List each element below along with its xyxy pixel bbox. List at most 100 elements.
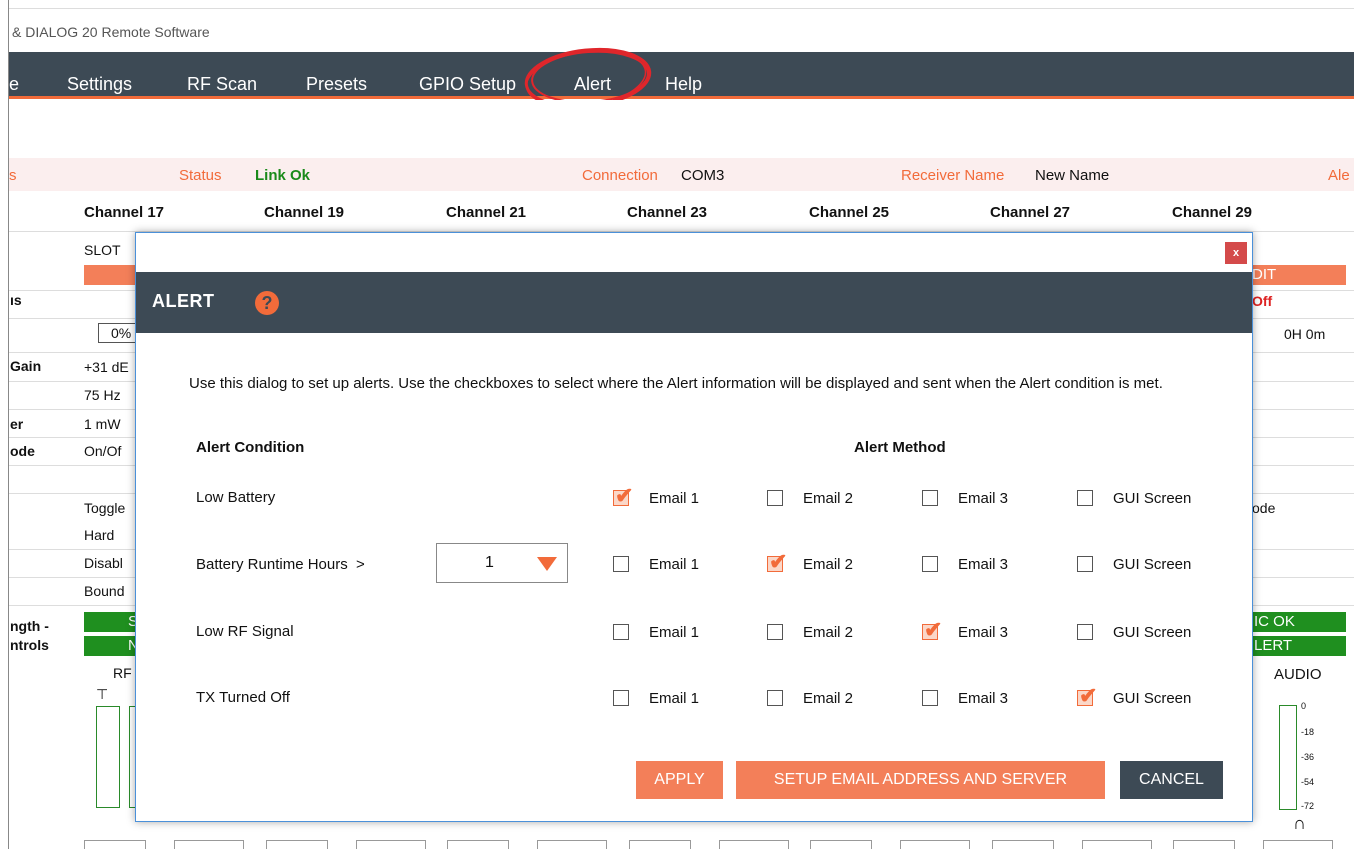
checkbox-box[interactable] xyxy=(613,690,629,706)
edit-bar-right[interactable]: DIT xyxy=(1252,265,1346,285)
audio-label: AUDIO xyxy=(1274,666,1322,683)
dropdown-arrow-icon xyxy=(537,557,557,571)
channel-header[interactable]: Channel 19 xyxy=(264,195,345,231)
bottom-button[interactable] xyxy=(447,840,509,849)
bottom-button[interactable] xyxy=(266,840,328,849)
checkbox-box[interactable] xyxy=(922,556,938,572)
status-green-box: N xyxy=(84,636,139,656)
meter-tick: 0 xyxy=(1301,701,1307,711)
check-icon: ✔ xyxy=(1079,683,1098,708)
bottom-button[interactable] xyxy=(1173,840,1235,849)
close-button[interactable]: x xyxy=(1225,242,1247,264)
bottom-button[interactable] xyxy=(992,840,1054,849)
checkbox-box[interactable] xyxy=(1077,490,1093,506)
connection-label: Connection xyxy=(582,167,658,184)
title-bar: & DIALOG 20 Remote Software xyxy=(9,14,1354,50)
row-label: Gain xyxy=(10,358,42,374)
channel-header[interactable]: Channel 21 xyxy=(446,195,527,231)
percent-field[interactable]: 0% xyxy=(98,323,136,343)
menu-item-help[interactable]: Help xyxy=(665,52,702,99)
alert-method-heading: Alert Method xyxy=(854,439,946,456)
toolbar-area xyxy=(9,100,1354,152)
audio-meter xyxy=(1279,705,1297,810)
hard-cell: Hard xyxy=(84,527,115,543)
mode-value-right: ode xyxy=(1252,500,1276,516)
bound-cell: Bound xyxy=(84,583,125,599)
checkbox-box[interactable]: ✔ xyxy=(767,551,787,573)
condition-low-battery: Low Battery xyxy=(196,489,276,506)
menu-item-presets[interactable]: Presets xyxy=(306,52,367,99)
checkbox-box[interactable] xyxy=(1077,556,1093,572)
headphones-icon: ∩ xyxy=(1293,813,1306,833)
bottom-button[interactable] xyxy=(719,840,789,849)
bottom-button[interactable] xyxy=(1263,840,1333,849)
slot-cell: SLOT xyxy=(84,242,121,258)
meter-tick: -18 xyxy=(1301,727,1315,737)
bottom-button[interactable] xyxy=(84,840,146,849)
status-label: Status xyxy=(179,167,222,184)
condition-low-rf-signal: Low RF Signal xyxy=(196,623,294,640)
checkbox-box[interactable] xyxy=(922,690,938,706)
off-value: Off xyxy=(1252,293,1273,309)
cancel-button[interactable]: CANCEL xyxy=(1120,761,1223,799)
checkbox-box[interactable]: ✔ xyxy=(613,485,633,507)
row-label: ıs xyxy=(10,292,22,308)
condition-tx-turned-off: TX Turned Off xyxy=(196,689,290,706)
bottom-button[interactable] xyxy=(537,840,607,849)
runtime-hours-value: 1 xyxy=(485,554,494,571)
apply-button[interactable]: APPLY xyxy=(636,761,723,799)
channel-header[interactable]: Channel 29 xyxy=(1172,195,1253,231)
bottom-button[interactable] xyxy=(174,840,244,849)
checkbox-box[interactable] xyxy=(767,624,783,640)
status-left-cut: s xyxy=(9,167,17,184)
row-label: ntrols xyxy=(10,637,49,653)
checkbox-box[interactable]: ✔ xyxy=(1077,685,1097,707)
menu-item-rf-scan[interactable]: RF Scan xyxy=(187,52,257,99)
dialog-header: ALERT ? xyxy=(136,272,1252,333)
checkbox-box[interactable] xyxy=(767,690,783,706)
bottom-button[interactable] xyxy=(900,840,970,849)
runtime-hours-select[interactable]: 1 xyxy=(436,543,568,583)
checkbox-box[interactable] xyxy=(922,490,938,506)
channel-header[interactable]: Channel 23 xyxy=(627,195,708,231)
meter-tick: -36 xyxy=(1301,752,1315,762)
status-right-cut: Ale xyxy=(1328,167,1350,184)
channel-header[interactable]: Channel 25 xyxy=(809,195,890,231)
status-green-box: S xyxy=(84,612,138,632)
meter-tick: -72 xyxy=(1301,801,1315,811)
menu-item-file[interactable]: e xyxy=(9,52,19,99)
checkbox-box[interactable] xyxy=(613,556,629,572)
help-icon[interactable]: ? xyxy=(255,291,279,315)
rf-meter xyxy=(96,706,120,808)
row-label: er xyxy=(10,416,24,432)
check-icon: ✔ xyxy=(924,617,943,642)
rf-label: RF xyxy=(113,665,132,681)
alert-condition-heading: Alert Condition xyxy=(196,439,305,456)
bottom-button[interactable] xyxy=(1082,840,1152,849)
setup-email-button[interactable]: SETUP EMAIL ADDRESS AND SERVER xyxy=(736,761,1105,799)
menu-item-gpio-setup[interactable]: GPIO Setup xyxy=(419,52,516,99)
bottom-button[interactable] xyxy=(356,840,426,849)
row-label: ngth - xyxy=(10,618,49,634)
checkbox-box[interactable]: ✔ xyxy=(922,619,942,641)
dialog-title: ALERT xyxy=(152,291,215,311)
menu-item-settings[interactable]: Settings xyxy=(67,52,132,99)
toggle-cell: Toggle xyxy=(84,500,126,516)
check-icon: ✔ xyxy=(769,549,788,574)
channel-header[interactable]: Channel 27 xyxy=(990,195,1071,231)
antenna-icon: ⊤ xyxy=(96,686,109,702)
disable-cell: Disabl xyxy=(84,555,123,571)
menu-bar: e Settings RF Scan Presets GPIO Setup Al… xyxy=(9,52,1354,99)
edit-bar[interactable] xyxy=(84,265,136,285)
checkbox-box[interactable] xyxy=(767,490,783,506)
channel-header[interactable]: Channel 17 xyxy=(84,195,165,231)
window-title: & DIALOG 20 Remote Software xyxy=(12,24,210,40)
checkbox-box[interactable] xyxy=(1077,624,1093,640)
dialog-description: Use this dialog to set up alerts. Use th… xyxy=(189,375,1163,392)
alert-dialog: x ALERT ? Use this dialog to set up aler… xyxy=(135,232,1253,822)
status-green-box-right: IC OK xyxy=(1252,612,1346,632)
checkbox-box[interactable] xyxy=(613,624,629,640)
bottom-button[interactable] xyxy=(810,840,872,849)
menu-item-alert[interactable]: Alert xyxy=(574,52,611,99)
bottom-button[interactable] xyxy=(629,840,691,849)
